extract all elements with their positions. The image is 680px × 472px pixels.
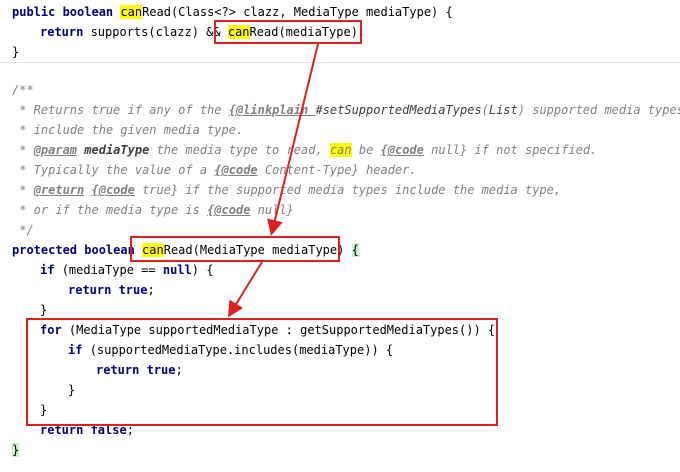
annotation-arrows [227, 43, 319, 318]
arrow-signature-to-loop [227, 261, 263, 318]
arrow-call-to-signature [267, 43, 319, 236]
